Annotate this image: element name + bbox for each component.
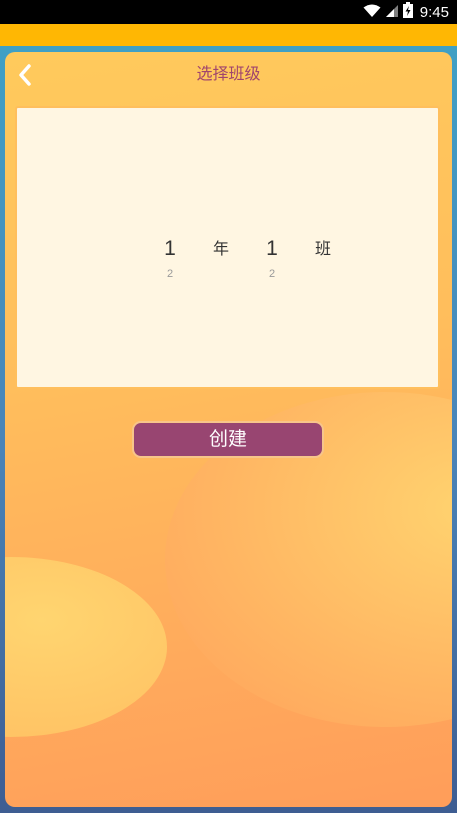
page-title: 选择班级	[196, 64, 261, 83]
class-unit-label: 班	[315, 239, 332, 258]
grade-selected-value: 1	[164, 237, 176, 260]
class-next-value: 2	[268, 268, 276, 280]
class-picker-panel: 1 2 年 1 2 班	[15, 106, 440, 389]
signal-icon	[385, 3, 399, 22]
grade-unit-label: 年	[213, 239, 230, 258]
status-icons: 9:45	[363, 2, 449, 22]
class-selected-value: 1	[266, 237, 278, 260]
grade-next-value: 2	[166, 268, 174, 280]
top-accent-strip	[0, 24, 457, 46]
wifi-icon	[363, 3, 381, 22]
battery-charging-icon	[402, 2, 413, 22]
create-button[interactable]: 创建	[132, 421, 324, 458]
status-bar: 9:45	[0, 0, 457, 24]
status-time: 9:45	[419, 3, 449, 21]
background-blob-left	[5, 557, 167, 737]
grade-wheel[interactable]: 1 2	[150, 237, 190, 281]
class-wheel[interactable]: 1 2	[252, 237, 292, 281]
main-card: 选择班级 1 2 年 1 2 班 创建	[5, 52, 452, 807]
